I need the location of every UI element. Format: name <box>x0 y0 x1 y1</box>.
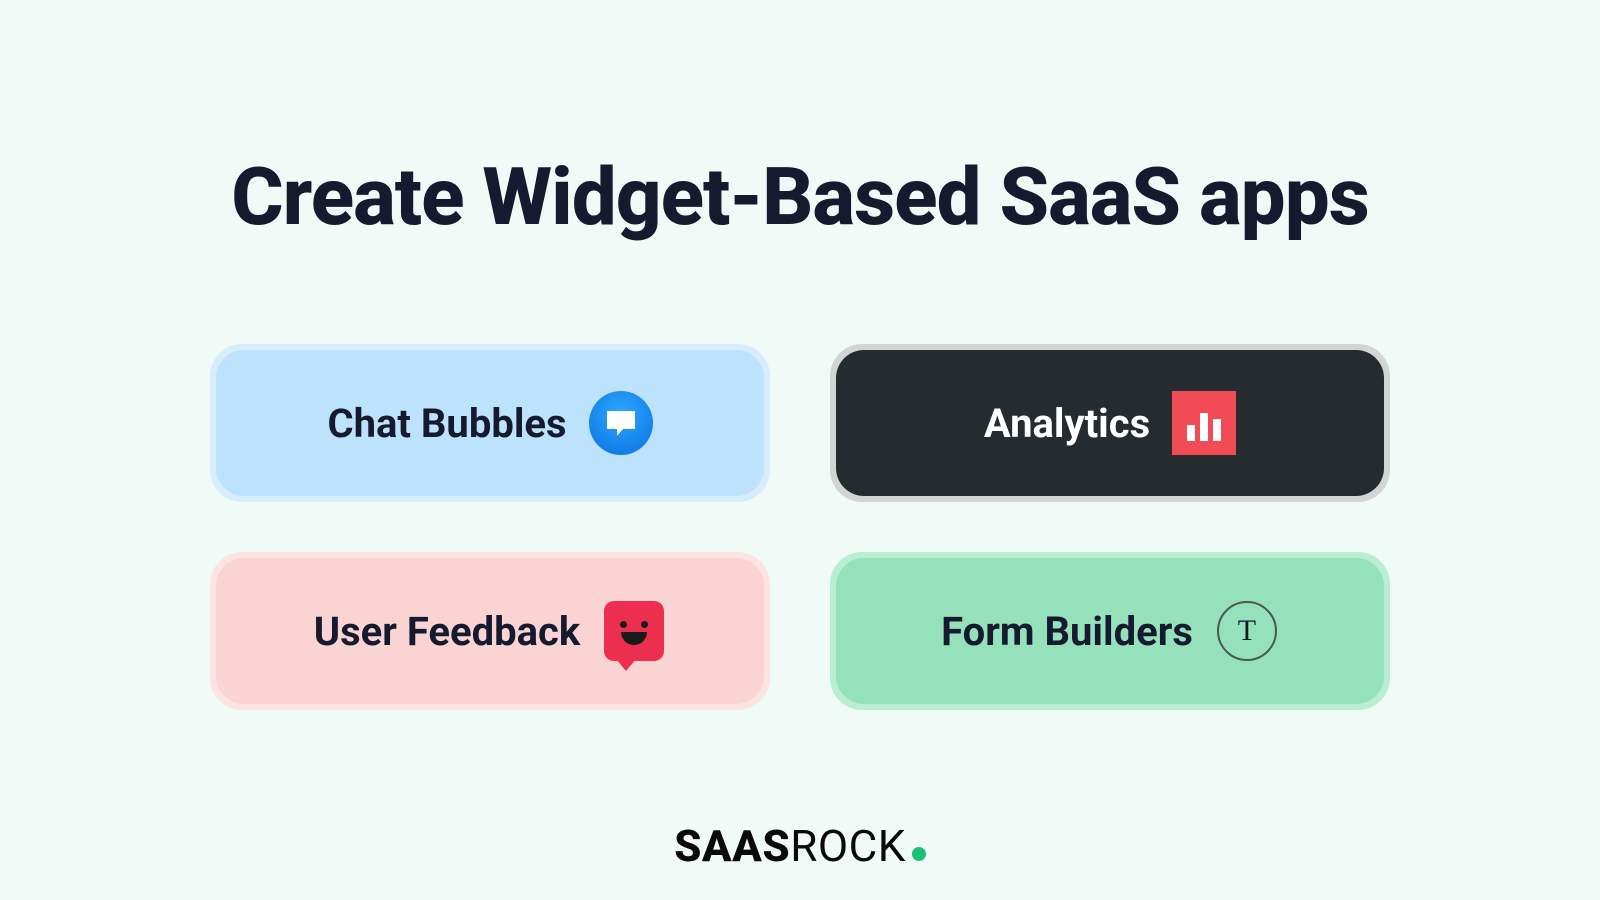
card-chat-bubbles[interactable]: Chat Bubbles <box>210 344 770 502</box>
chat-bubble-icon <box>589 391 653 455</box>
card-label: Analytics <box>984 400 1150 447</box>
card-label: Chat Bubbles <box>327 400 566 447</box>
brand-logo: SAASROCK <box>674 820 926 872</box>
bar-chart-icon <box>1172 391 1236 455</box>
text-form-icon: T <box>1215 599 1279 663</box>
card-analytics[interactable]: Analytics <box>830 344 1390 502</box>
smiley-feedback-icon <box>602 599 666 663</box>
brand-part-2: ROCK <box>790 820 906 872</box>
card-form-builders[interactable]: Form Builders T <box>830 552 1390 710</box>
brand-footer: SAASROCK <box>674 820 926 872</box>
card-label: Form Builders <box>941 608 1193 655</box>
page-title: Create Widget-Based SaaS apps <box>231 150 1369 244</box>
brand-dot-icon <box>912 847 926 861</box>
card-label: User Feedback <box>314 608 580 655</box>
brand-part-1: SAAS <box>674 820 790 872</box>
card-grid: Chat Bubbles Analytics <box>210 344 1390 710</box>
card-user-feedback[interactable]: User Feedback <box>210 552 770 710</box>
